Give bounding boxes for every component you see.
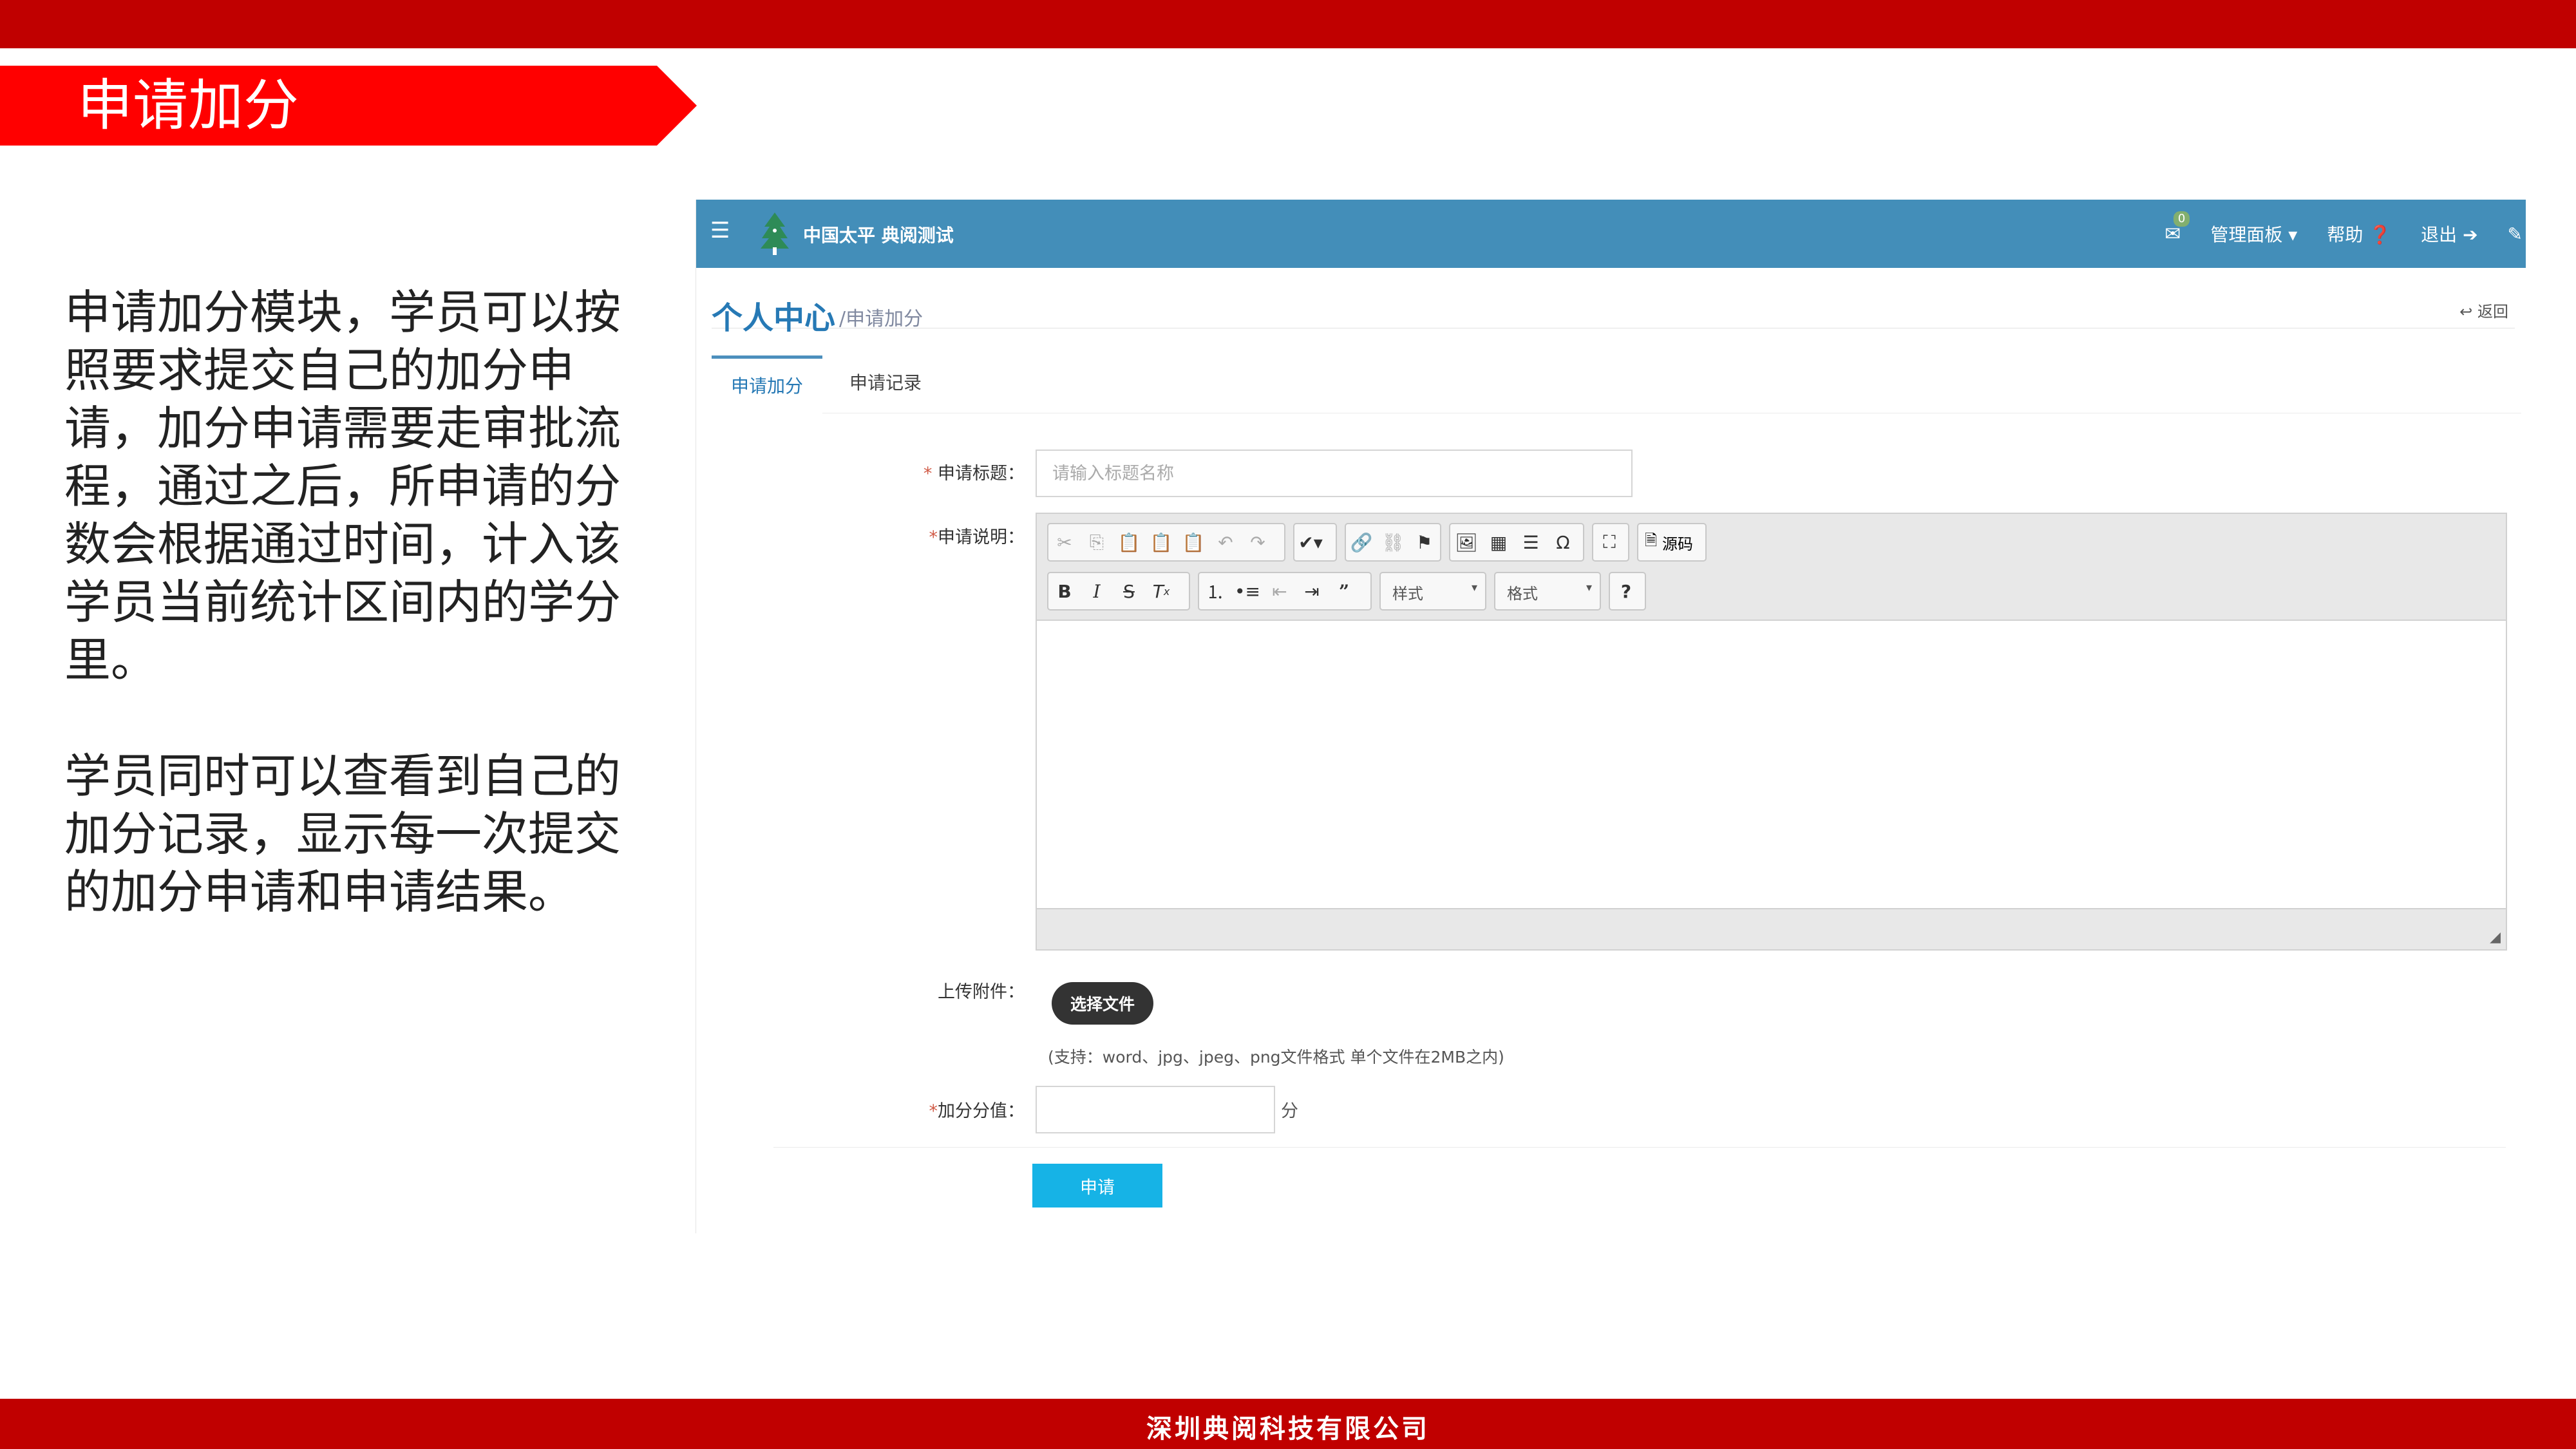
insert-group: 🖼 ▦ ☰ Ω — [1449, 523, 1584, 562]
unlink-icon[interactable]: ⛓ — [1378, 524, 1409, 560]
title-field-label: * 申请标题： — [923, 464, 1025, 484]
cut-icon[interactable]: ✂ — [1048, 524, 1081, 560]
page-subtitle: /申请加分 — [839, 308, 923, 330]
logout-button[interactable]: 退出 ➔ — [2421, 221, 2477, 247]
description-field-label: *申请说明： — [929, 527, 1025, 547]
table-icon[interactable]: ▦ — [1482, 524, 1515, 560]
description-paragraph-1: 申请加分模块，学员可以按照要求提交自己的加分申请，加分申请需要走审批流程，通过之… — [64, 285, 621, 687]
italic-icon[interactable]: I — [1081, 573, 1113, 609]
top-navbar: ☰ 中国太平 典阅测试 ✉ 0 管理面板 ▾ 帮助 ❓ 退出 ➔ ✎ — [696, 200, 2526, 268]
score-input[interactable] — [1036, 1086, 1275, 1133]
tab-bar: 申请加分 申请记录 — [712, 355, 2521, 413]
menu-toggle-icon[interactable]: ☰ — [710, 218, 730, 243]
back-label: 返回 — [2477, 303, 2508, 321]
paste-text-icon[interactable]: 📋 — [1145, 524, 1177, 560]
blockquote-icon[interactable]: ” — [1328, 573, 1360, 609]
maximize-icon[interactable]: ⛶ — [1593, 524, 1625, 560]
score-field-label: *加分分值： — [929, 1101, 1025, 1121]
format-dropdown[interactable]: 格式 ▾ — [1494, 572, 1601, 611]
strikethrough-icon[interactable]: S — [1113, 573, 1145, 609]
caret-down-icon: ▾ — [1586, 581, 1592, 594]
maximize-group: ⛶ — [1592, 523, 1629, 562]
help-menu[interactable]: 帮助 ❓ — [2327, 221, 2391, 247]
caret-down-icon: ▾ — [2288, 224, 2298, 245]
document-icon: 🗎 — [1645, 531, 1658, 549]
admin-panel-menu[interactable]: 管理面板 ▾ — [2210, 221, 2297, 247]
undo-icon[interactable]: ↶ — [1209, 524, 1242, 560]
editor-help-group: ? — [1609, 572, 1646, 611]
reply-icon: ↩ — [2459, 303, 2473, 321]
clipboard-group: ✂ ⎘ 📋 📋 📋 ↶ ↷ — [1047, 523, 1285, 562]
rich-text-editor: ✂ ⎘ 📋 📋 📋 ↶ ↷ ✔▾ 🔗 ⛓ ⚑ 🖼 ▦ ☰ Ω ⛶ 🗎 源码 B … — [1036, 513, 2507, 951]
file-format-hint: (支持：word、jpg、jpeg、png文件格式 单个文件在2MB之内) — [1048, 1048, 1504, 1066]
paste-word-icon[interactable]: 📋 — [1177, 524, 1209, 560]
redo-icon[interactable]: ↷ — [1242, 524, 1274, 560]
source-label: 源码 — [1662, 535, 1693, 553]
company-name: 深圳典阅科技有限公司 — [1146, 1414, 1430, 1444]
submit-button[interactable]: 申请 — [1032, 1164, 1162, 1208]
mail-count-badge: 0 — [2173, 211, 2190, 227]
admin-panel-label: 管理面板 — [2210, 224, 2283, 245]
bulleted-list-icon[interactable]: •≡ — [1231, 573, 1264, 609]
score-unit: 分 — [1281, 1101, 1298, 1121]
page-header: 个人中心 /申请加分 ↩ 返回 — [712, 290, 2515, 336]
mail-button[interactable]: ✉ 0 — [2164, 211, 2190, 245]
link-group: 🔗 ⛓ ⚑ — [1345, 523, 1441, 562]
horizontal-rule-icon[interactable]: ☰ — [1515, 524, 1547, 560]
help-label: 帮助 — [2327, 224, 2363, 245]
tree-logo-icon — [761, 213, 789, 255]
style-dropdown[interactable]: 样式 ▾ — [1379, 572, 1486, 611]
outdent-icon[interactable]: ⇤ — [1264, 573, 1296, 609]
choose-file-button[interactable]: 选择文件 — [1052, 982, 1153, 1025]
title-input[interactable] — [1036, 450, 1633, 497]
copy-icon[interactable]: ⎘ — [1081, 524, 1113, 560]
anchor-flag-icon[interactable]: ⚑ — [1408, 524, 1440, 560]
basic-style-group: B I S Tx — [1047, 572, 1190, 611]
attachment-field-label: 上传附件： — [938, 982, 1025, 1002]
format-dropdown-label: 格式 — [1507, 585, 1538, 603]
form-divider — [773, 1147, 2506, 1148]
spellcheck-icon[interactable]: ✔▾ — [1294, 524, 1327, 560]
slide-title: 申请加分 — [77, 73, 299, 138]
resize-handle-icon[interactable]: ◢ — [2490, 929, 2501, 945]
sign-out-icon: ➔ — [2463, 224, 2478, 245]
numbered-list-icon[interactable]: ⒈ — [1199, 573, 1231, 609]
editor-toolbar: ✂ ⎘ 📋 📋 📋 ↶ ↷ ✔▾ 🔗 ⛓ ⚑ 🖼 ▦ ☰ Ω ⛶ 🗎 源码 B … — [1037, 514, 2506, 621]
tab-apply-records[interactable]: 申请记录 — [830, 355, 941, 413]
remove-format-icon[interactable]: Tx — [1145, 573, 1177, 609]
question-circle-icon: ❓ — [2369, 224, 2392, 245]
special-char-icon[interactable]: Ω — [1547, 524, 1579, 560]
page-title: 个人中心 — [712, 300, 836, 336]
style-dropdown-label: 样式 — [1392, 585, 1423, 603]
slide-top-bar — [0, 0, 2576, 48]
editor-help-icon[interactable]: ? — [1610, 573, 1642, 609]
description-paragraph-2: 学员同时可以查看到自己的加分记录，显示每一次提交的加分申请和申请结果。 — [64, 749, 621, 919]
paste-icon[interactable]: 📋 — [1113, 524, 1145, 560]
slide-title-ribbon: 申请加分 — [0, 66, 697, 146]
slide-description: 申请加分模块，学员可以按照要求提交自己的加分申请，加分申请需要走审批流程，通过之… — [64, 283, 625, 979]
editor-content-area[interactable] — [1037, 621, 2506, 908]
caret-down-icon: ▾ — [1471, 581, 1477, 594]
image-icon[interactable]: 🖼 — [1450, 524, 1482, 560]
editor-statusbar: ◢ — [1037, 908, 2506, 949]
indent-icon[interactable]: ⇥ — [1296, 573, 1328, 609]
source-button[interactable]: 🗎 源码 — [1637, 523, 1707, 562]
skin-brush-icon[interactable]: ✎ — [2508, 223, 2523, 245]
bold-icon[interactable]: B — [1048, 573, 1081, 609]
app-screenshot: ☰ 中国太平 典阅测试 ✉ 0 管理面板 ▾ 帮助 ❓ 退出 ➔ ✎ 个人中心 … — [696, 200, 2526, 1233]
slide-footer-bar: 深圳典阅科技有限公司 — [0, 1399, 2576, 1449]
spellcheck-group: ✔▾ — [1293, 523, 1337, 562]
brand-name[interactable]: 中国太平 典阅测试 — [803, 222, 954, 247]
logout-label: 退出 — [2421, 224, 2458, 245]
paragraph-group: ⒈ •≡ ⇤ ⇥ ” — [1198, 572, 1372, 611]
back-link[interactable]: ↩ 返回 — [2459, 299, 2508, 321]
nav-right-group: ✉ 0 管理面板 ▾ 帮助 ❓ 退出 ➔ ✎ — [2164, 200, 2526, 268]
link-icon[interactable]: 🔗 — [1346, 524, 1378, 560]
tab-apply-points[interactable]: 申请加分 — [712, 355, 823, 413]
